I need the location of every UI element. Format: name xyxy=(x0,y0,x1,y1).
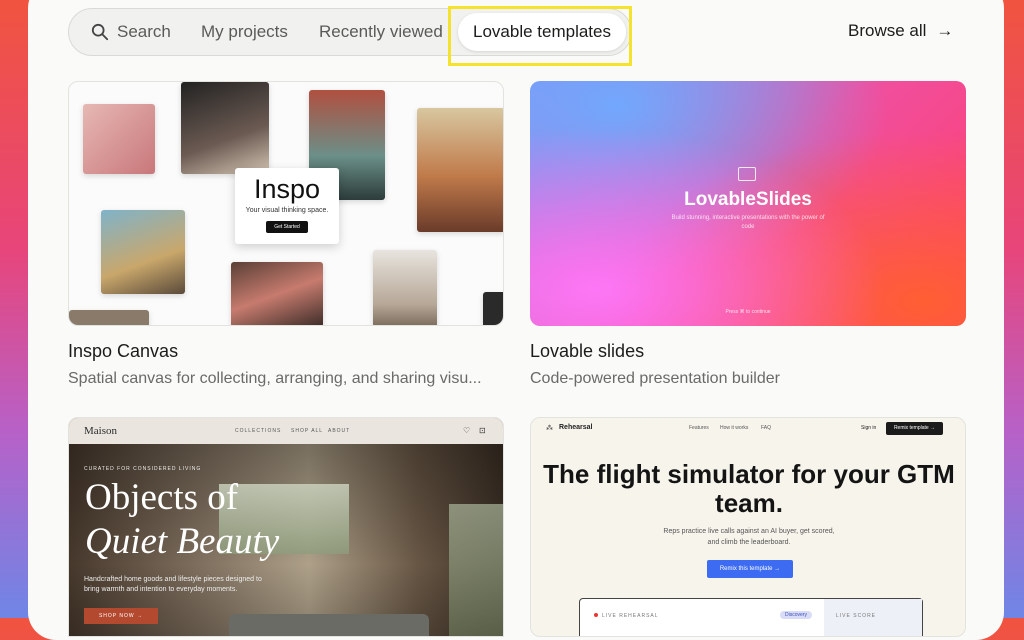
rehearsal-sign-in: Sign in xyxy=(861,425,877,431)
live-score-label: LIVE SCORE xyxy=(836,613,877,619)
bag-icon: ⊡ xyxy=(479,426,486,435)
maison-body-text: Handcrafted home goods and lifestyle pie… xyxy=(84,576,262,593)
search-icon[interactable] xyxy=(91,23,109,41)
presentation-icon xyxy=(738,167,756,181)
card-description: Code-powered presentation builder xyxy=(530,370,780,387)
tab-recently-viewed[interactable]: Recently viewed xyxy=(319,9,443,55)
cat-flowers-painting xyxy=(231,262,323,325)
rehearsal-heading: The flight simulator for your GTM team. xyxy=(543,459,955,518)
window xyxy=(449,504,503,636)
rehearsal-logo: Rehearsal xyxy=(559,424,593,431)
slides-footer: Press ⌘ to continue xyxy=(725,309,771,315)
edge-photo xyxy=(69,310,149,325)
edge-photo xyxy=(483,292,503,325)
maison-logo: Maison xyxy=(84,425,117,437)
inspo-tagline: Your visual thinking space. xyxy=(245,207,329,214)
live-rehearsal-text: LIVE REHEARSAL xyxy=(602,613,659,619)
portrait-photo xyxy=(181,82,269,174)
inspo-heading: Inspo xyxy=(253,174,321,204)
inspo-get-started: Get Started xyxy=(266,221,308,233)
maison-navbar: Maison COLLECTIONS SHOP ALL ABOUT ♡ ⊡ xyxy=(69,418,503,444)
template-thumbnail: LovableSlides Build stunning, interactiv… xyxy=(530,81,966,326)
card-title: Inspo Canvas xyxy=(68,341,179,361)
card-description: Spatial canvas for collecting, arranging… xyxy=(68,370,482,387)
maison-nav-link: SHOP ALL xyxy=(291,428,324,434)
rehearsal-nav-link: FAQ xyxy=(761,425,772,431)
sofa xyxy=(229,614,429,636)
flowers-woman-photo xyxy=(417,108,503,232)
maison-heading-line-2: Quiet Beauty xyxy=(85,521,280,562)
heart-icon: ♡ xyxy=(463,426,471,435)
slides-subtitle: Build stunning, interactive presentation… xyxy=(671,215,825,230)
rehearsal-cta-button: Remix this template → xyxy=(707,560,793,578)
rehearsal-logo-icon: ⁂ xyxy=(546,425,553,432)
rehearsal-remix-button: Remix template → xyxy=(886,422,943,435)
maison-kicker: CURATED FOR CONSIDERED LIVING xyxy=(84,466,202,472)
maison-heading-line-1: Objects of xyxy=(85,477,239,518)
template-thumbnail: ⁂ Rehearsal Features How it works FAQ Si… xyxy=(530,417,966,637)
rehearsal-subtitle: Reps practice live calls against an AI b… xyxy=(663,528,835,546)
woman-coat-photo xyxy=(373,250,437,325)
card-title: Lovable slides xyxy=(530,341,645,361)
tab-search[interactable]: Search xyxy=(117,9,171,55)
live-rehearsal-label: LIVE REHEARSAL xyxy=(594,613,659,619)
selection-highlight xyxy=(448,6,632,66)
slides-heading: LovableSlides xyxy=(684,189,812,210)
tab-my-projects[interactable]: My projects xyxy=(201,9,288,55)
peony-photo xyxy=(83,104,155,174)
browse-all-label: Browse all xyxy=(848,21,927,40)
smiling-woman-photo xyxy=(101,210,185,294)
rehearsal-nav-link: How it works xyxy=(720,425,749,431)
browse-all-link[interactable]: Browse all → xyxy=(848,21,953,41)
template-thumbnail: Inspo Your visual thinking space. Get St… xyxy=(68,81,504,326)
arrow-right-icon: → xyxy=(936,21,954,40)
inspo-hero-card: Inspo Your visual thinking space. Get St… xyxy=(235,168,339,244)
live-dot-icon xyxy=(594,613,598,617)
rehearsal-nav-link: Features xyxy=(689,425,709,431)
template-thumbnail: Maison COLLECTIONS SHOP ALL ABOUT ♡ ⊡ CU… xyxy=(68,417,504,637)
maison-shop-button: SHOP NOW → xyxy=(84,608,158,624)
maison-nav-link: COLLECTIONS xyxy=(235,428,282,434)
maison-nav-link: ABOUT xyxy=(328,428,351,434)
